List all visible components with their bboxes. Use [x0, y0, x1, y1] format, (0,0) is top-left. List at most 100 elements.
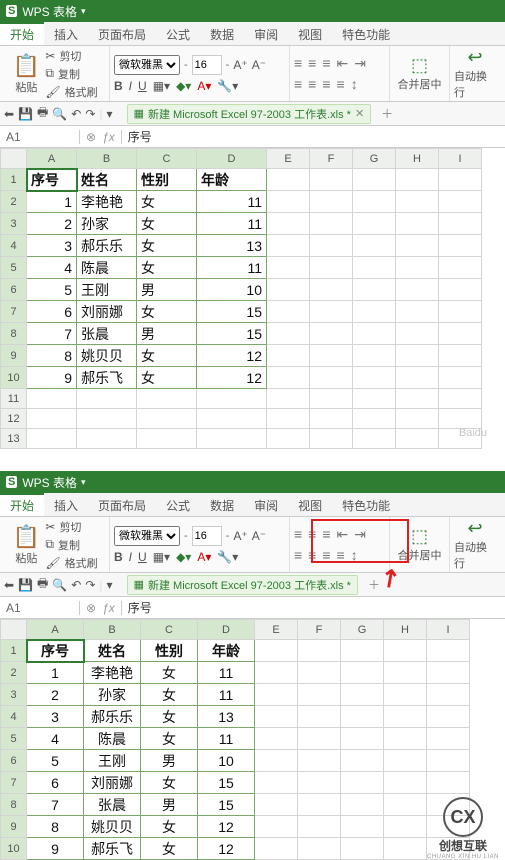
- cell[interactable]: 女: [137, 345, 197, 367]
- cell[interactable]: [137, 429, 197, 449]
- col-header[interactable]: E: [255, 620, 298, 640]
- row-header[interactable]: 5: [1, 257, 27, 279]
- cell[interactable]: [298, 772, 341, 794]
- cell[interactable]: [77, 389, 137, 409]
- cell[interactable]: 女: [141, 706, 198, 728]
- cell[interactable]: [298, 750, 341, 772]
- cell[interactable]: [439, 279, 482, 301]
- titlebar-dropdown-icon[interactable]: ▾: [81, 477, 86, 488]
- col-header[interactable]: E: [267, 149, 310, 169]
- cell[interactable]: [255, 684, 298, 706]
- cell[interactable]: 女: [141, 772, 198, 794]
- cell[interactable]: 年龄: [198, 640, 255, 662]
- cell[interactable]: [384, 794, 427, 816]
- cell[interactable]: [298, 794, 341, 816]
- cell[interactable]: [310, 389, 353, 409]
- cell[interactable]: [341, 794, 384, 816]
- cell[interactable]: 女: [141, 838, 198, 860]
- document-tab[interactable]: ▦ 新建 Microsoft Excel 97-2003 工作表.xls * ✕: [127, 104, 372, 124]
- cell[interactable]: [255, 772, 298, 794]
- cell[interactable]: 15: [197, 301, 267, 323]
- cell[interactable]: 2: [27, 684, 84, 706]
- paste-button[interactable]: 📋 粘贴: [11, 524, 41, 566]
- cell[interactable]: [427, 640, 470, 662]
- cell[interactable]: [27, 389, 77, 409]
- cell[interactable]: [310, 345, 353, 367]
- cell[interactable]: [255, 640, 298, 662]
- cell[interactable]: 男: [137, 323, 197, 345]
- align-top-button[interactable]: ≡: [294, 526, 302, 543]
- cell[interactable]: [341, 838, 384, 860]
- align-center-button[interactable]: ≡: [308, 76, 316, 92]
- col-header[interactable]: I: [439, 149, 482, 169]
- cell[interactable]: [267, 235, 310, 257]
- merge-icon[interactable]: ⬚: [411, 55, 428, 76]
- tab-review[interactable]: 审阅: [244, 22, 288, 45]
- cell[interactable]: 姓名: [77, 169, 137, 191]
- cell[interactable]: 男: [141, 794, 198, 816]
- align-middle-button[interactable]: ≡: [308, 55, 316, 72]
- cell[interactable]: 1: [27, 191, 77, 213]
- cell[interactable]: 5: [27, 750, 84, 772]
- cell[interactable]: [267, 169, 310, 191]
- row-header[interactable]: 2: [1, 662, 27, 684]
- row-header[interactable]: 3: [1, 684, 27, 706]
- tab-start[interactable]: 开始: [0, 493, 44, 516]
- cell[interactable]: 姓名: [84, 640, 141, 662]
- cell[interactable]: [310, 191, 353, 213]
- cell[interactable]: [77, 429, 137, 449]
- back-button[interactable]: ⬅: [4, 107, 14, 121]
- cell[interactable]: [310, 301, 353, 323]
- cell[interactable]: 10: [198, 750, 255, 772]
- tab-formula[interactable]: 公式: [156, 22, 200, 45]
- tab-review[interactable]: 审阅: [244, 493, 288, 516]
- cell[interactable]: [353, 429, 396, 449]
- col-header[interactable]: F: [310, 149, 353, 169]
- cell[interactable]: 张晨: [77, 323, 137, 345]
- document-tab[interactable]: ▦ 新建 Microsoft Excel 97-2003 工作表.xls *: [127, 575, 358, 595]
- row-header[interactable]: 1: [1, 169, 27, 191]
- row-header[interactable]: 1: [1, 640, 27, 662]
- cell[interactable]: [384, 772, 427, 794]
- cell[interactable]: [197, 429, 267, 449]
- cell[interactable]: 11: [198, 662, 255, 684]
- cell[interactable]: 7: [27, 323, 77, 345]
- cell[interactable]: 女: [137, 191, 197, 213]
- cell[interactable]: [353, 301, 396, 323]
- cell[interactable]: [267, 409, 310, 429]
- cell[interactable]: [310, 409, 353, 429]
- col-header[interactable]: H: [396, 149, 439, 169]
- cell[interactable]: 13: [198, 706, 255, 728]
- cell[interactable]: 李艳艳: [84, 662, 141, 684]
- col-header[interactable]: G: [341, 620, 384, 640]
- cell[interactable]: 6: [27, 772, 84, 794]
- tab-insert[interactable]: 插入: [44, 493, 88, 516]
- align-left-button[interactable]: ≡: [294, 547, 302, 563]
- save-button[interactable]: 💾: [18, 107, 33, 121]
- merge-icon[interactable]: ⬚: [411, 526, 428, 547]
- row-header[interactable]: 2: [1, 191, 27, 213]
- cell[interactable]: 郝乐乐: [77, 235, 137, 257]
- cell[interactable]: 女: [137, 213, 197, 235]
- cell[interactable]: [267, 213, 310, 235]
- cell[interactable]: 郝乐乐: [84, 706, 141, 728]
- cell[interactable]: 3: [27, 235, 77, 257]
- cell[interactable]: [255, 750, 298, 772]
- fill-color-button[interactable]: ◆▾: [176, 550, 191, 564]
- cell[interactable]: [439, 169, 482, 191]
- indent-increase-button[interactable]: ⇥: [354, 55, 366, 72]
- cell[interactable]: [396, 279, 439, 301]
- cell[interactable]: [255, 662, 298, 684]
- cell[interactable]: [427, 750, 470, 772]
- increase-font-button[interactable]: A⁺: [233, 529, 247, 543]
- row-header[interactable]: 10: [1, 838, 27, 860]
- formula-input[interactable]: 序号: [122, 128, 505, 145]
- name-box[interactable]: A1: [0, 601, 80, 615]
- cell[interactable]: 郝乐飞: [84, 838, 141, 860]
- row-header[interactable]: 11: [1, 389, 27, 409]
- redo-button[interactable]: ↷: [85, 107, 95, 121]
- cell[interactable]: 刘丽娜: [77, 301, 137, 323]
- cell[interactable]: [396, 257, 439, 279]
- cell[interactable]: [384, 706, 427, 728]
- cell[interactable]: [353, 389, 396, 409]
